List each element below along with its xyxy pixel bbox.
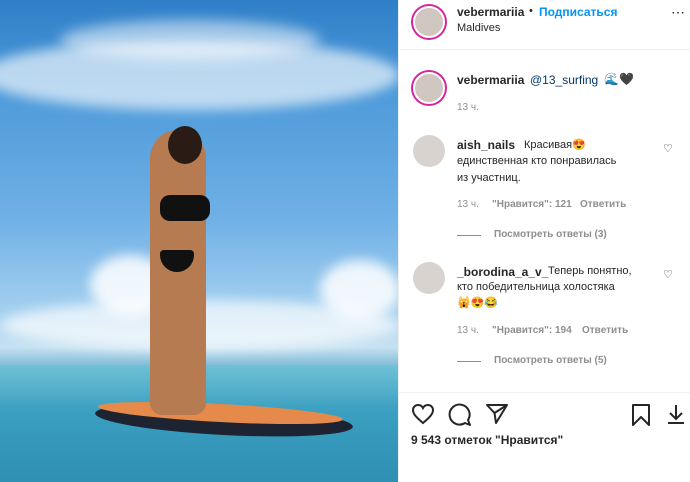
post-location[interactable]: Maldives	[457, 22, 500, 34]
bookmark-icon[interactable]	[631, 403, 651, 427]
person-head	[168, 126, 202, 164]
comment-likes[interactable]: "Нравится": 194	[492, 325, 572, 336]
caption-time[interactable]: 13 ч.	[457, 102, 479, 113]
likes-count[interactable]: 9 543 отметок "Нравится"	[411, 433, 563, 447]
comment-text: единственная кто понравилась	[457, 155, 617, 167]
view-replies-button[interactable]: Посмотреть ответы (3)	[494, 229, 607, 240]
follow-button[interactable]: Подписаться	[539, 5, 617, 19]
author-username[interactable]: vebermariia	[457, 5, 524, 19]
caption-username[interactable]: vebermariia	[457, 73, 524, 87]
comment-like-icon[interactable]: ♡	[663, 142, 673, 155]
comment-text: Теперь понятно,	[548, 265, 632, 277]
person	[150, 130, 206, 415]
caption-avatar[interactable]	[413, 72, 445, 104]
replies-divider	[457, 361, 481, 362]
heart-icon[interactable]	[411, 403, 435, 425]
share-icon[interactable]	[485, 403, 509, 425]
post-header: vebermariia • Подписаться Maldives ⋯	[399, 0, 690, 50]
replies-divider	[457, 235, 481, 236]
comment-text: Красивая😍	[524, 139, 586, 151]
comment-username[interactable]: aish_nails	[457, 138, 515, 152]
view-replies-button[interactable]: Посмотреть ответы (5)	[494, 355, 607, 366]
more-options-icon[interactable]: ⋯	[671, 4, 686, 21]
comment-text: кто победительница холостяка	[457, 281, 615, 293]
comment-text: 🙀😍😂	[457, 297, 499, 309]
post-side-panel: vebermariia • Подписаться Maldives ⋯ veb…	[398, 0, 690, 482]
caption-mention[interactable]: @13_surfing	[530, 73, 598, 87]
download-icon[interactable]	[665, 403, 687, 427]
comment-likes[interactable]: "Нравится": 121	[492, 199, 572, 210]
cloud	[60, 20, 320, 60]
comment-text: из участниц.	[457, 172, 521, 184]
author-avatar[interactable]	[413, 6, 445, 38]
post-photo[interactable]	[0, 0, 398, 482]
comment-avatar[interactable]	[413, 262, 445, 294]
comment-avatar[interactable]	[413, 135, 445, 167]
post-actions: 9 543 отметок "Нравится"	[399, 392, 690, 482]
dot-separator: •	[529, 5, 533, 17]
comment-time[interactable]: 13 ч.	[457, 325, 479, 336]
comment-like-icon[interactable]: ♡	[663, 268, 673, 281]
comment-reply-button[interactable]: Ответить	[582, 325, 628, 336]
comment-reply-button[interactable]: Ответить	[580, 199, 626, 210]
caption-emojis: 🌊🖤	[604, 72, 634, 86]
comment-icon[interactable]	[448, 403, 472, 427]
comment-username[interactable]: _borodina_a_v_	[457, 265, 548, 279]
comment-time[interactable]: 13 ч.	[457, 199, 479, 210]
swimsuit-top	[160, 195, 210, 221]
